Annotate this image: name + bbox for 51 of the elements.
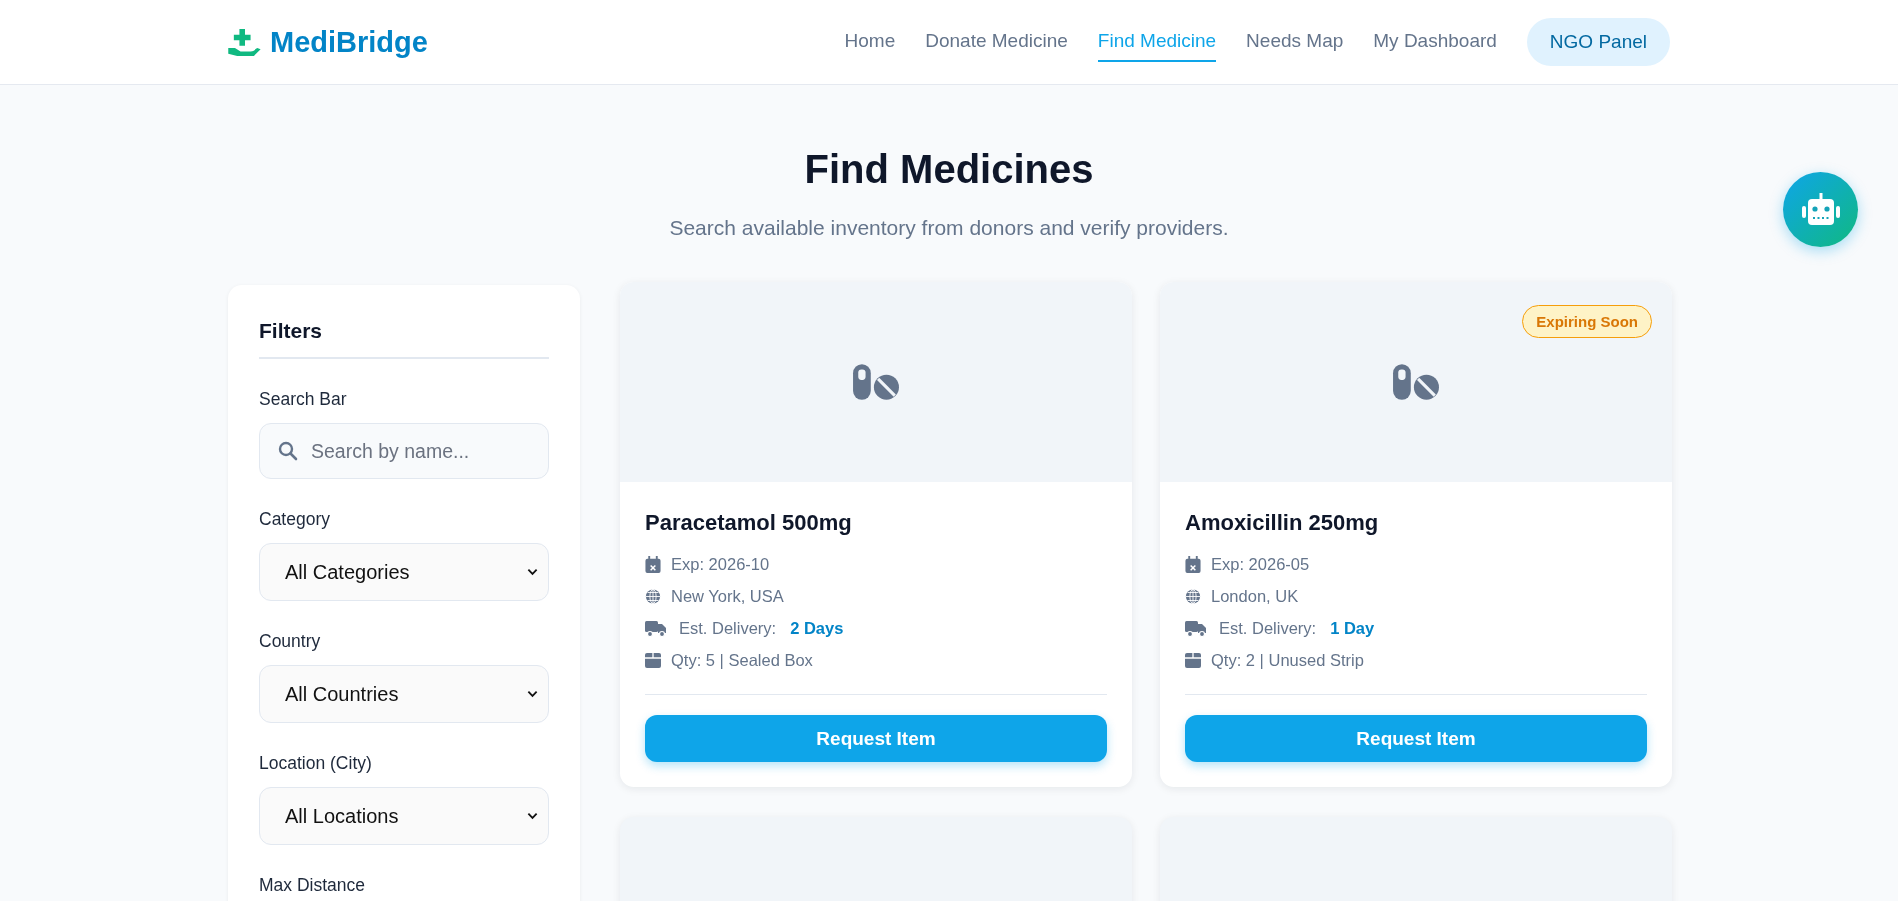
box-icon xyxy=(1185,651,1201,669)
chevron-down-icon xyxy=(527,568,538,576)
search-field[interactable]: Search by name... xyxy=(259,423,549,479)
dropdown[interactable]: All Locations xyxy=(259,787,549,845)
ngo-panel-button[interactable]: NGO Panel xyxy=(1526,18,1670,66)
nav-link[interactable]: My Dashboard xyxy=(1373,22,1497,62)
pills-icon xyxy=(852,363,900,401)
filter-label: Category xyxy=(259,509,331,530)
delivery-label: Est. Delivery: xyxy=(1219,618,1317,638)
nav-link[interactable]: Needs Map xyxy=(1246,22,1344,62)
filter-label: Country xyxy=(259,631,322,652)
globe-icon xyxy=(1185,587,1201,605)
filter-label: Search Bar xyxy=(259,389,348,410)
truck-icon xyxy=(1185,619,1207,637)
chevron-down-icon xyxy=(527,690,538,698)
dropdown[interactable]: All Categories xyxy=(259,543,549,601)
page-title: Find Medicines xyxy=(803,147,1095,192)
delivery-label: Est. Delivery: xyxy=(679,618,777,638)
nav-link[interactable]: Donate Medicine xyxy=(925,22,1068,62)
filter-label: Max Distance xyxy=(259,875,366,896)
hand-cross-icon xyxy=(228,27,262,57)
pills-icon xyxy=(1392,363,1440,401)
request-item-button[interactable]: Request Item xyxy=(1185,715,1647,762)
calendar-icon xyxy=(645,555,661,573)
delivery-time: 2 Days xyxy=(790,618,844,638)
expiry-date: Exp: 2026-05 xyxy=(1211,554,1310,574)
quantity: Qty: 2 | Unused Strip xyxy=(1211,650,1364,670)
expiry-date: Exp: 2026-10 xyxy=(671,554,770,574)
globe-icon xyxy=(645,587,661,605)
expiring-badge: Expiring Soon xyxy=(1522,305,1652,338)
nav-link[interactable]: Find Medicine xyxy=(1097,22,1217,62)
logo-text[interactable]: MediBridge xyxy=(270,25,428,59)
dropdown[interactable]: All Countries xyxy=(259,665,549,723)
delivery-time: 1 Day xyxy=(1330,618,1375,638)
page-subtitle: Search available inventory from donors and verify providers. xyxy=(668,216,1230,240)
robot-icon xyxy=(1800,192,1841,227)
filter-label: Location (City) xyxy=(259,753,373,774)
location: New York, USA xyxy=(671,586,784,606)
medicine-name: Amoxicillin 250mg xyxy=(1185,510,1380,536)
box-icon xyxy=(645,651,661,669)
location: London, UK xyxy=(1211,586,1299,606)
chatbot-button[interactable] xyxy=(1783,172,1858,247)
chevron-down-icon xyxy=(527,812,538,820)
truck-icon xyxy=(645,619,667,637)
search-icon xyxy=(278,441,298,461)
calendar-icon xyxy=(1185,555,1201,573)
request-item-button[interactable]: Request Item xyxy=(645,715,1107,762)
filters-title: Filters xyxy=(259,319,549,359)
quantity: Qty: 5 | Sealed Box xyxy=(671,650,813,670)
medicine-name: Paracetamol 500mg xyxy=(645,510,853,536)
nav-link[interactable]: Home xyxy=(844,22,896,62)
